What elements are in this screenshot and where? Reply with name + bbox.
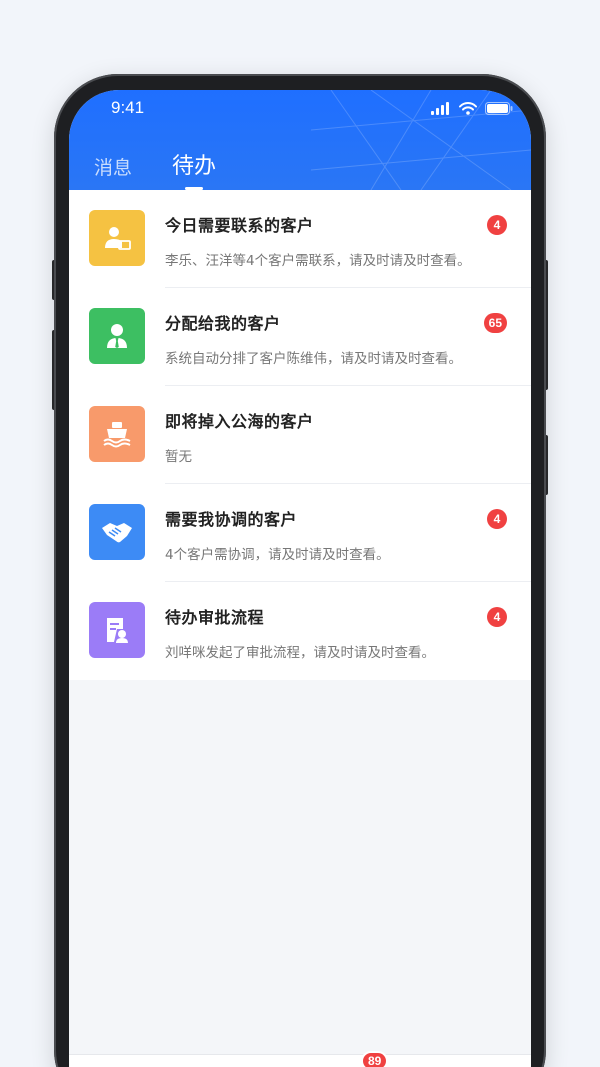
status-time: 9:41 bbox=[111, 98, 145, 117]
item-description: 暂无 bbox=[165, 449, 192, 465]
todo-list: 今日需要联系的客户 李乐、汪洋等4个客户需联系，请及时请及时查看。 4 分配给我… bbox=[69, 190, 531, 680]
item-description: 李乐、汪洋等4个客户需联系，请及时请及时查看。 bbox=[165, 253, 471, 269]
tabbar-unread-badge: 89 bbox=[361, 1051, 389, 1067]
approval-doc-icon bbox=[89, 602, 145, 658]
tab-messages[interactable]: 消息 bbox=[94, 153, 132, 180]
list-item-contact-today[interactable]: 今日需要联系的客户 李乐、汪洋等4个客户需联系，请及时请及时查看。 4 bbox=[69, 190, 531, 288]
phone-screen: 9:41 消息 待办 今日需要联系的客户 李乐、汪洋等4个客户需联系，请及时请及… bbox=[69, 90, 531, 1067]
list-item-approval[interactable]: 待办审批流程 刘咩咪发起了审批流程，请及时请及时查看。 4 bbox=[69, 582, 531, 680]
item-title: 即将掉入公海的客户 bbox=[165, 412, 314, 431]
header: 9:41 消息 待办 bbox=[69, 90, 531, 190]
battery-icon bbox=[485, 101, 513, 115]
wifi-icon bbox=[459, 101, 477, 115]
status-icons bbox=[431, 100, 513, 116]
signal-icon bbox=[431, 101, 449, 115]
unread-badge: 4 bbox=[487, 215, 507, 235]
list-item-assigned[interactable]: 分配给我的客户 系统自动分排了客户陈维伟，请及时请及时查看。 65 bbox=[69, 288, 531, 386]
item-description: 系统自动分排了客户陈维伟，请及时请及时查看。 bbox=[165, 351, 462, 367]
item-title: 需要我协调的客户 bbox=[165, 510, 298, 529]
handshake-icon bbox=[89, 504, 145, 560]
unread-badge: 4 bbox=[487, 607, 507, 627]
tab-todo[interactable]: 待办 bbox=[172, 148, 216, 190]
unread-badge: 65 bbox=[483, 313, 507, 333]
unread-badge: 4 bbox=[487, 509, 507, 529]
item-title: 待办审批流程 bbox=[165, 608, 265, 627]
list-item-public-pool[interactable]: 即将掉入公海的客户 暂无 bbox=[69, 386, 531, 484]
list-item-coordinate[interactable]: 需要我协调的客户 4个客户需协调，请及时请及时查看。 4 bbox=[69, 484, 531, 582]
bottom-tabbar: 89 bbox=[69, 1051, 531, 1067]
item-title: 今日需要联系的客户 bbox=[165, 216, 314, 235]
item-description: 4个客户需协调，请及时请及时查看。 bbox=[165, 547, 390, 563]
item-description: 刘咩咪发起了审批流程，请及时请及时查看。 bbox=[165, 645, 435, 661]
person-tie-icon bbox=[89, 308, 145, 364]
ship-icon bbox=[89, 406, 145, 462]
top-tabs: 消息 待办 bbox=[94, 148, 216, 190]
item-title: 分配给我的客户 bbox=[165, 314, 281, 333]
contact-card-icon bbox=[89, 210, 145, 266]
